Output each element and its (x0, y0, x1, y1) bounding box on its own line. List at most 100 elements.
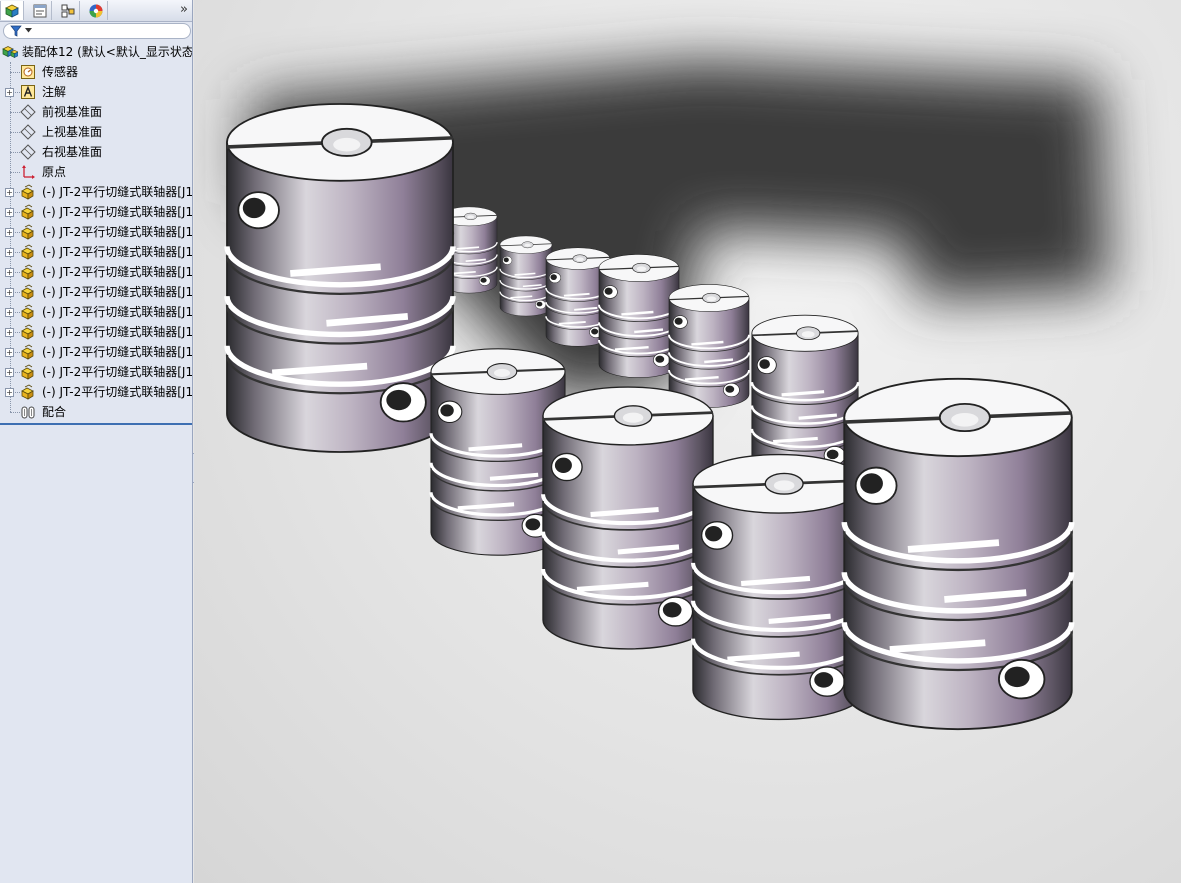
expand-toggle[interactable]: + (5, 248, 14, 257)
expand-toggle[interactable]: + (5, 288, 14, 297)
mates-icon (21, 406, 35, 419)
tree-item-label: 前视基准面 (42, 105, 103, 119)
tree-connector (10, 112, 20, 113)
expand-toggle[interactable]: + (5, 208, 14, 217)
tree-item-2[interactable]: + 注解 (0, 82, 192, 102)
plane-icon (20, 104, 36, 120)
tree-connector (10, 152, 20, 153)
tree-connector (10, 72, 20, 73)
tab-feature-manager[interactable] (0, 1, 24, 20)
tree-item-16[interactable]: + (-) JT-2平行切缝式联轴器[J1 (0, 362, 193, 382)
tree-item-7[interactable]: + (-) JT-2平行切缝式联轴器[J1 (0, 182, 193, 202)
tree-item-13[interactable]: + (-) JT-2平行切缝式联轴器[J1 (0, 302, 193, 322)
tree-root-assembly[interactable]: 装配体12 (默认<默认_显示状态 (0, 42, 193, 62)
tree-item-label: (-) JT-2平行切缝式联轴器[J1 (42, 245, 193, 259)
tree-item-1[interactable]: 传感器 (0, 62, 192, 82)
tree-item-label: (-) JT-2平行切缝式联轴器[J1 (42, 325, 193, 339)
expand-toggle[interactable]: + (5, 88, 14, 97)
tab-display-manager[interactable] (84, 1, 108, 20)
tree-item-5[interactable]: 右视基准面 (0, 142, 192, 162)
part-icon (21, 244, 34, 260)
feature-tree: 装配体12 (默认<默认_显示状态 传感器 + 注解前视基准面上视基准面右视基准面原… (0, 42, 193, 422)
tree-item-8[interactable]: + (-) JT-2平行切缝式联轴器[J1 (0, 202, 193, 222)
feature-manager-panel: » 装配体12 (默认<默认_显示状态 传感器 + 注解前视基准面上视基准面右视基准… (0, 0, 193, 883)
tree-item-label: (-) JT-2平行切缝式联轴器[J1 (42, 265, 193, 279)
panel-tab-bar: » (0, 0, 192, 22)
tree-item-12[interactable]: + (-) JT-2平行切缝式联轴器[J1 (0, 282, 193, 302)
tab-configuration-manager[interactable] (56, 1, 80, 20)
part-icon (21, 384, 34, 400)
part-icon (21, 344, 34, 360)
annotation-icon (21, 85, 35, 99)
tree-item-10[interactable]: + (-) JT-2平行切缝式联轴器[J1 (0, 242, 193, 262)
chevron-down-icon (25, 28, 32, 33)
coupling-large-back[interactable] (227, 104, 453, 452)
coupling-medium-1[interactable] (597, 253, 681, 379)
tree-item-18[interactable]: 配合 (0, 402, 192, 422)
plane-icon (20, 144, 36, 160)
tree-item-9[interactable]: + (-) JT-2平行切缝式联轴器[J1 (0, 222, 193, 242)
tree-item-label: (-) JT-2平行切缝式联轴器[J1 (42, 305, 193, 319)
expand-toggle[interactable]: + (5, 188, 14, 197)
expand-toggle[interactable]: + (5, 328, 14, 337)
expand-toggle[interactable]: + (5, 268, 14, 277)
expand-toggle[interactable]: + (5, 228, 14, 237)
assembly-3d-view (194, 60, 1110, 883)
tree-item-label: 右视基准面 (42, 145, 103, 159)
tree-item-label: 上视基准面 (42, 125, 103, 139)
tree-item-label: (-) JT-2平行切缝式联轴器[J1 (42, 185, 193, 199)
part-icon (21, 364, 34, 380)
assembly-icon (2, 46, 18, 58)
tree-item-4[interactable]: 上视基准面 (0, 122, 192, 142)
coupling-large-front[interactable] (844, 379, 1072, 729)
property-manager-icon (33, 4, 46, 17)
tree-connector (10, 132, 20, 133)
coupling-medium-2[interactable] (667, 283, 751, 409)
feature-manager-icon (5, 4, 19, 18)
more-tabs-button[interactable]: » (180, 2, 188, 18)
graphics-viewport[interactable] (194, 0, 1181, 883)
part-icon (21, 264, 34, 280)
expand-toggle[interactable]: + (5, 308, 14, 317)
tab-property-manager[interactable] (28, 1, 52, 20)
expand-toggle[interactable]: + (5, 348, 14, 357)
tree-connector (10, 172, 20, 173)
expand-toggle[interactable]: + (5, 368, 14, 377)
coupling-large-1[interactable] (543, 387, 713, 649)
tree-item-11[interactable]: + (-) JT-2平行切缝式联轴器[J1 (0, 262, 193, 282)
tree-item-label: 注解 (42, 85, 67, 99)
tree-item-label: (-) JT-2平行切缝式联轴器[J1 (42, 365, 193, 379)
configuration-manager-icon (61, 4, 74, 17)
tree-bottom-separator (0, 423, 192, 425)
tree-item-14[interactable]: + (-) JT-2平行切缝式联轴器[J1 (0, 322, 193, 342)
coupling-large-2[interactable] (693, 455, 865, 720)
tree-item-15[interactable]: + (-) JT-2平行切缝式联轴器[J1 (0, 342, 193, 362)
display-manager-icon (89, 4, 102, 17)
tree-item-label: (-) JT-2平行切缝式联轴器[J1 (42, 285, 193, 299)
tree-item-17[interactable]: + (-) JT-2平行切缝式联轴器[J1 (0, 382, 193, 402)
tree-item-label: (-) JT-2平行切缝式联轴器[J1 (42, 385, 193, 399)
part-icon (21, 284, 34, 300)
tree-item-label: (-) JT-2平行切缝式联轴器[J1 (42, 225, 193, 239)
tree-item-label: (-) JT-2平行切缝式联轴器[J1 (42, 345, 193, 359)
expand-toggle[interactable]: + (5, 388, 14, 397)
part-icon (21, 184, 34, 200)
plane-icon (20, 124, 36, 140)
tree-item-label: (-) JT-2平行切缝式联轴器[J1 (42, 205, 193, 219)
part-icon (21, 304, 34, 320)
tree-filter-box[interactable] (3, 23, 191, 39)
part-icon (21, 204, 34, 220)
tree-item-6[interactable]: 原点 (0, 162, 192, 182)
tree-root-label: 装配体12 (默认<默认_显示状态 (22, 45, 193, 59)
tree-item-3[interactable]: 前视基准面 (0, 102, 192, 122)
tree-item-label: 配合 (42, 405, 67, 419)
tree-connector (10, 412, 20, 413)
coupling-small-2[interactable] (499, 235, 553, 317)
origin-icon (22, 165, 35, 179)
part-icon (21, 324, 34, 340)
part-icon (21, 224, 34, 240)
tree-item-label: 传感器 (42, 65, 79, 79)
filter-icon (10, 25, 22, 37)
tree-item-label: 原点 (42, 165, 67, 179)
sensor-icon (21, 65, 35, 79)
